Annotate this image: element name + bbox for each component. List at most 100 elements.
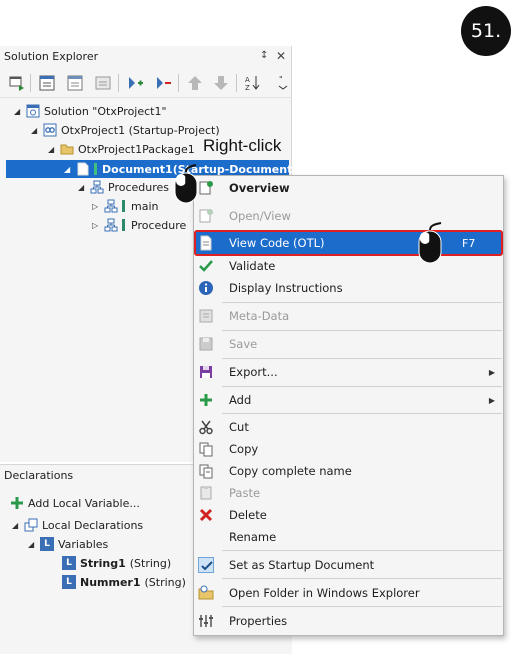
- tree-item-variables[interactable]: ◢ L Variables: [28, 535, 108, 553]
- procedures-icon: [90, 180, 104, 194]
- tree-item-project[interactable]: ◢ OtxProject1 (Startup-Project): [31, 121, 220, 139]
- declarations-title: Declarations: [4, 469, 74, 482]
- copy-name-icon: [198, 463, 214, 479]
- tree-item-local-declarations[interactable]: ◢ Local Declarations: [12, 516, 143, 534]
- variable-nummer1[interactable]: L Nummer1 (String): [62, 573, 186, 591]
- code-file-icon: [198, 235, 214, 251]
- svg-text:A: A: [245, 76, 250, 84]
- menu-label: Export...: [229, 365, 278, 379]
- menu-label: Delete: [229, 508, 267, 522]
- tree-item-main[interactable]: ▷ main: [92, 197, 158, 215]
- menu-item-open-folder[interactable]: Open Folder in Windows Explorer: [194, 582, 503, 604]
- menu-separator: [222, 302, 502, 303]
- properties-icon: [198, 613, 214, 629]
- menu-item-export[interactable]: Export... ▶: [194, 361, 503, 383]
- menu-item-copy[interactable]: Copy: [194, 438, 503, 460]
- tree-item-solution[interactable]: ◢ Solution "OtxProject1": [14, 102, 167, 120]
- menu-item-view-code[interactable]: View Code (OTL) F7: [194, 232, 503, 254]
- paste-icon: [198, 485, 214, 501]
- menu-label: Cut: [229, 420, 249, 434]
- overview-icon: [198, 180, 214, 196]
- menu-label: Validate: [229, 259, 276, 273]
- expand-arrow-icon[interactable]: ◢: [48, 145, 60, 154]
- menu-item-delete[interactable]: Delete: [194, 504, 503, 526]
- step-number-badge: 51.: [461, 6, 511, 56]
- open-view-icon: [198, 208, 214, 224]
- sort-az-icon[interactable]: AZ: [244, 74, 262, 92]
- properties-icon[interactable]: [38, 74, 56, 92]
- menu-item-cut[interactable]: Cut: [194, 416, 503, 438]
- add-local-variable-label: Add Local Variable...: [28, 496, 140, 510]
- menu-item-save[interactable]: Save: [194, 333, 503, 355]
- sync-icon[interactable]: [8, 74, 26, 92]
- info-icon: [198, 280, 214, 296]
- procedure-icon: [104, 199, 118, 213]
- variables-icon: L: [40, 537, 54, 551]
- menu-label: Set as Startup Document: [229, 558, 375, 572]
- menu-label: Overview: [229, 181, 290, 195]
- filter-icon[interactable]: [94, 74, 112, 92]
- add-item-icon[interactable]: [126, 74, 144, 92]
- move-down-icon[interactable]: [212, 74, 230, 92]
- svg-text:": ": [279, 75, 283, 84]
- menu-label: Properties: [229, 614, 288, 628]
- tree-item-label: OtxProject1Package1: [78, 142, 195, 156]
- pin-icon[interactable]: ↕: [260, 50, 268, 61]
- delete-icon: [198, 507, 214, 523]
- menu-item-set-startup[interactable]: Set as Startup Document: [194, 554, 503, 576]
- tree-item-label: Solution "OtxProject1": [44, 104, 167, 118]
- variable-type: (String): [144, 575, 186, 589]
- tree-item-label: Local Declarations: [42, 518, 144, 532]
- checked-icon: [198, 557, 214, 573]
- expand-arrow-icon[interactable]: ◢: [31, 126, 43, 135]
- tree-item-label: Procedure: [131, 218, 187, 232]
- expand-arrow-icon[interactable]: ◢: [28, 540, 40, 549]
- tree-item-label: main: [131, 199, 159, 213]
- menu-shortcut: F7: [462, 236, 476, 250]
- tree-item-package[interactable]: ◢ OtxProject1Package1: [48, 140, 195, 158]
- menu-label: Open/View: [229, 209, 291, 223]
- folder-icon: [60, 142, 74, 156]
- menu-label: Paste: [229, 486, 261, 500]
- menu-label: Copy complete name: [229, 464, 352, 478]
- menu-item-open-view[interactable]: Open/View: [194, 205, 503, 227]
- close-icon[interactable]: ✕: [276, 49, 286, 63]
- export-icon: [198, 364, 214, 380]
- tree-item-label: Document1: [102, 162, 173, 176]
- overflow-icon[interactable]: ": [274, 74, 288, 92]
- move-up-icon[interactable]: [186, 74, 204, 92]
- local-declarations-icon: [24, 518, 38, 532]
- tree-item-procedures[interactable]: ◢ Procedures: [78, 178, 169, 196]
- expand-arrow-icon[interactable]: ◢: [14, 107, 26, 116]
- collapse-arrow-icon[interactable]: ▷: [92, 221, 104, 230]
- menu-item-meta-data[interactable]: Meta-Data: [194, 305, 503, 327]
- menu-item-paste[interactable]: Paste: [194, 482, 503, 504]
- menu-item-add[interactable]: Add ▶: [194, 389, 503, 411]
- variable-string1[interactable]: L String1 (String): [62, 554, 171, 572]
- expand-arrow-icon[interactable]: ◢: [12, 521, 24, 530]
- menu-label: Display Instructions: [229, 281, 343, 295]
- menu-label: Meta-Data: [229, 309, 290, 323]
- tree-item-procedure[interactable]: ▷ Procedure: [92, 216, 186, 234]
- local-variable-icon: L: [62, 575, 76, 589]
- collapse-arrow-icon[interactable]: ▷: [92, 202, 104, 211]
- meta-data-icon: [198, 308, 214, 324]
- menu-item-validate[interactable]: Validate: [194, 255, 503, 277]
- menu-separator: [222, 358, 502, 359]
- folder-search-icon: [198, 585, 214, 601]
- add-local-variable-button[interactable]: Add Local Variable...: [10, 494, 140, 512]
- menu-item-rename[interactable]: Rename: [194, 526, 503, 548]
- menu-item-copy-complete-name[interactable]: Copy complete name: [194, 460, 503, 482]
- menu-label: Save: [229, 337, 258, 351]
- menu-separator: [222, 386, 502, 387]
- menu-item-properties[interactable]: Properties: [194, 610, 503, 632]
- remove-item-icon[interactable]: [154, 74, 172, 92]
- menu-separator: [222, 606, 502, 607]
- expand-arrow-icon[interactable]: ◢: [78, 183, 90, 192]
- expand-arrow-icon[interactable]: ◢: [64, 165, 76, 174]
- menu-item-overview[interactable]: Overview: [194, 177, 503, 199]
- local-variable-icon: L: [62, 556, 76, 570]
- menu-item-display-instructions[interactable]: Display Instructions: [194, 277, 503, 299]
- menu-label: Add: [229, 393, 252, 407]
- show-all-files-icon[interactable]: [66, 74, 84, 92]
